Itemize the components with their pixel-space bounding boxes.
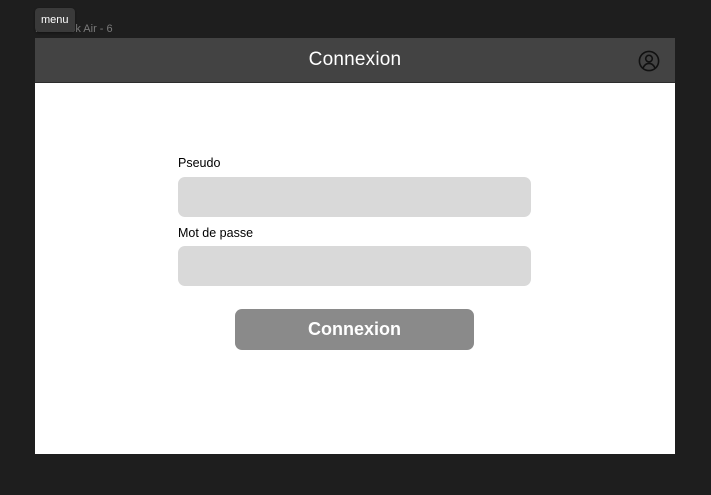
password-input[interactable]: [178, 246, 531, 286]
login-screen: Connexion Pseudo Mot de passe Connexion: [35, 38, 675, 454]
page-title: Connexion: [308, 49, 402, 70]
login-button[interactable]: Connexion: [235, 309, 474, 350]
password-label: Mot de passe: [178, 226, 254, 240]
app-header: Connexion: [35, 38, 675, 83]
username-input[interactable]: [178, 177, 531, 217]
user-circle-icon[interactable]: [638, 50, 660, 72]
menu-button[interactable]: menu: [35, 8, 75, 32]
username-label: Pseudo: [178, 156, 221, 170]
user-circle-icon-graphic: [638, 50, 660, 72]
